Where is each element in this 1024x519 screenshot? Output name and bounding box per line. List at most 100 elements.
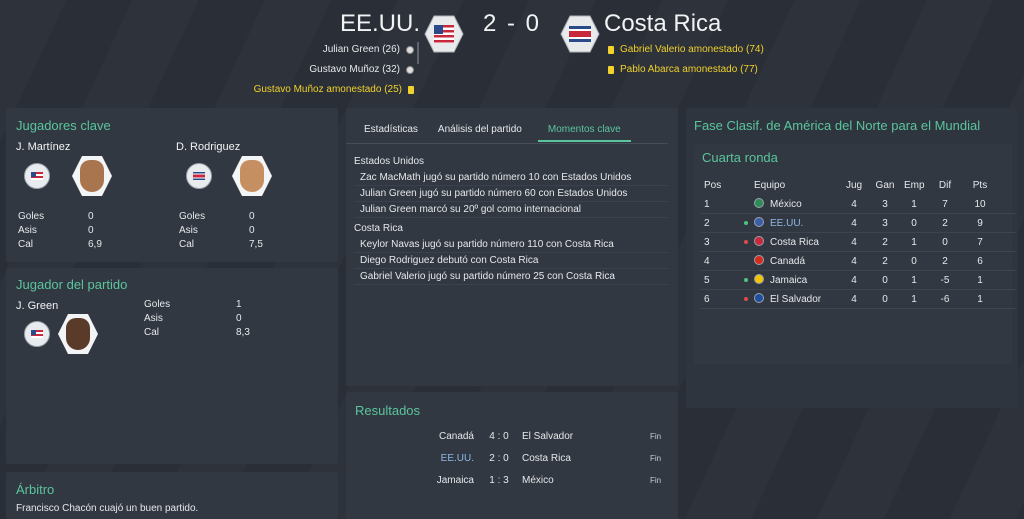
cell-team[interactable]: Jamaica [754, 271, 807, 290]
col-team[interactable]: Equipo [754, 176, 785, 195]
cell-emp: 1 [911, 294, 917, 305]
cell-dif: 7 [942, 199, 948, 210]
stat-label: Cal [18, 239, 34, 250]
referee-text: Francisco Chacón cuajó un buen partido. [16, 503, 199, 514]
tab-statistics[interactable]: Estadísticas [354, 120, 428, 142]
list-item[interactable]: Julian Green marcó su 20º gol como inter… [354, 202, 668, 218]
referee-title: Árbitro [16, 482, 55, 497]
costa-rica-badge-icon [186, 163, 212, 189]
table-row[interactable]: 4 Canadá 4 2 0 2 6 [700, 252, 1016, 271]
cell-pts: 1 [977, 294, 983, 305]
event-text[interactable]: Gabriel Valerio amonestado (74) [620, 40, 764, 60]
stat-value: 8,3 [236, 327, 250, 338]
result-away-team[interactable]: El Salvador [522, 426, 573, 448]
event-row: Gabriel Valerio amonestado (74) [608, 40, 764, 60]
table-row[interactable]: 1 México 4 3 1 7 10 [700, 195, 1016, 214]
cell-team[interactable]: Canadá [754, 252, 805, 271]
list-item[interactable]: Julian Green jugó su partido número 60 c… [354, 186, 668, 202]
col-dif[interactable]: Dif [936, 176, 954, 195]
list-item[interactable]: Zac MacMath jugó su partido número 10 co… [354, 170, 668, 186]
col-pos[interactable]: Pos [704, 176, 721, 195]
usa-badge-icon [24, 163, 50, 189]
result-row[interactable]: EE.UU. 2 : 0 Costa Rica Fin [354, 448, 674, 470]
event-text[interactable]: Gustavo Muñoz amonestado (25) [254, 80, 402, 100]
cell-jug: 4 [851, 218, 857, 229]
team-name[interactable]: EE.UU. [770, 218, 803, 229]
event-text[interactable]: Pablo Abarca amonestado (77) [620, 60, 758, 80]
event-row: Pablo Abarca amonestado (77) [608, 60, 764, 80]
position-down-icon [744, 297, 748, 301]
cell-pts: 7 [977, 237, 983, 248]
list-item[interactable]: Gabriel Valerio jugó su partido número 2… [354, 269, 668, 285]
cell-jug: 4 [851, 294, 857, 305]
team-name[interactable]: El Salvador [770, 294, 821, 305]
result-status: Fin [650, 432, 662, 441]
col-gan[interactable]: Gan [874, 176, 896, 195]
team-flag-icon [754, 198, 764, 208]
tab-key-moments[interactable]: Momentos clave [537, 120, 631, 142]
cell-emp: 1 [911, 237, 917, 248]
result-home-team[interactable]: Jamaica [437, 470, 474, 492]
competition-title[interactable]: Fase Clasif. de América del Norte para e… [694, 118, 980, 133]
player-portrait[interactable] [58, 314, 98, 354]
result-away-team[interactable]: Costa Rica [522, 448, 571, 470]
result-home-team[interactable]: Canadá [439, 426, 474, 448]
costa-rica-crest-icon[interactable] [560, 14, 600, 54]
referee-panel: Árbitro Francisco Chacón cuajó un buen p… [6, 472, 338, 519]
col-pts[interactable]: Pts [970, 176, 990, 195]
team-name[interactable]: Canadá [770, 256, 805, 267]
result-row[interactable]: Jamaica 1 : 3 México Fin [354, 470, 674, 492]
player-portrait[interactable] [72, 156, 112, 196]
table-row[interactable]: 2 EE.UU. 4 3 0 2 9 [700, 214, 1016, 233]
cell-team[interactable]: México [754, 195, 802, 214]
stat-label: Asis [18, 225, 37, 236]
away-events: Gabriel Valerio amonestado (74) Pablo Ab… [608, 40, 764, 80]
table-row[interactable]: 3 Costa Rica 4 2 1 0 7 [700, 233, 1016, 252]
cell-gan: 2 [882, 256, 888, 267]
cell-gan: 0 [882, 294, 888, 305]
team-name[interactable]: México [770, 199, 802, 210]
col-emp[interactable]: Emp [904, 176, 925, 195]
team-flag-icon [754, 274, 764, 284]
player-of-match-title: Jugador del partido [16, 277, 128, 292]
table-row[interactable]: 5 Jamaica 4 0 1 -5 1 [700, 271, 1016, 290]
cell-team[interactable]: Costa Rica [754, 233, 819, 252]
match-score: 2 - 0 [482, 10, 542, 37]
event-text[interactable]: Gustavo Muñoz (32) [309, 60, 400, 80]
result-away-team[interactable]: México [522, 470, 554, 492]
cell-emp: 0 [911, 218, 917, 229]
goal-ball-icon [406, 66, 414, 74]
key-players-title: Jugadores clave [16, 118, 111, 133]
away-team-name[interactable]: Costa Rica [604, 10, 721, 38]
result-score: 4 : 0 [489, 431, 509, 442]
stat-value: 7,5 [249, 239, 263, 250]
table-header: Pos Equipo Jug Gan Emp Dif Pts [700, 176, 1016, 195]
player-portrait[interactable] [232, 156, 272, 196]
result-row[interactable]: Canadá 4 : 0 El Salvador Fin [354, 426, 674, 448]
player-face [240, 160, 264, 192]
list-item[interactable]: Diego Rodriguez debutó con Costa Rica [354, 253, 668, 269]
cell-pos: 6 [704, 294, 710, 305]
player-of-match-name[interactable]: J. Green [16, 300, 58, 312]
result-home-team[interactable]: EE.UU. [441, 448, 474, 470]
list-item[interactable]: Keylor Navas jugó su partido número 110 … [354, 237, 668, 253]
player-face [66, 318, 90, 350]
event-row: Gustavo Muñoz (32) [254, 60, 414, 80]
home-events: Julian Green (26) Gustavo Muñoz (32) Gus… [254, 40, 414, 100]
team-flag-icon [754, 217, 764, 227]
event-text[interactable]: Julian Green (26) [323, 40, 400, 60]
col-jug[interactable]: Jug [846, 176, 862, 195]
table-row[interactable]: 6 El Salvador 4 0 1 -6 1 [700, 290, 1016, 309]
cell-pts: 1 [977, 275, 983, 286]
stat-label: Asis [179, 225, 198, 236]
team-name[interactable]: Costa Rica [770, 237, 819, 248]
cell-team[interactable]: El Salvador [754, 290, 821, 309]
tabs-divider [346, 143, 668, 144]
team-name[interactable]: Jamaica [770, 275, 807, 286]
cell-dif: 2 [942, 256, 948, 267]
home-key-player-name[interactable]: J. Martínez [16, 141, 70, 153]
cell-team[interactable]: EE.UU. [754, 214, 803, 233]
tab-match-analysis[interactable]: Análisis del partido [428, 120, 532, 142]
away-key-player-name[interactable]: D. Rodriguez [176, 141, 240, 153]
home-key-player-stats: Goles 0 Asis 0 Cal 6,9 [18, 210, 128, 252]
